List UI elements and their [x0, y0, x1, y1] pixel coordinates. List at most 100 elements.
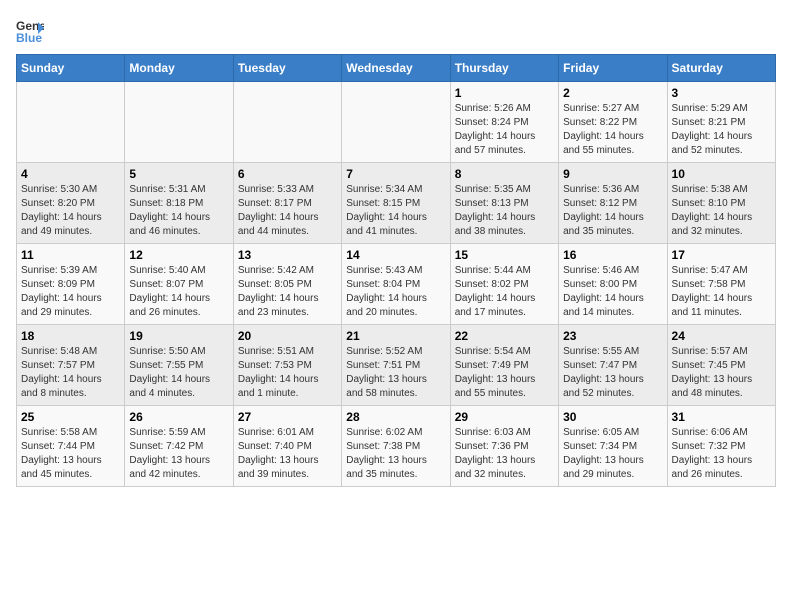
calendar-table: SundayMondayTuesdayWednesdayThursdayFrid…: [16, 54, 776, 487]
day-number: 16: [563, 248, 662, 262]
calendar-cell: 19 Sunrise: 5:50 AM Sunset: 7:55 PM Dayli…: [125, 325, 233, 406]
day-number: 23: [563, 329, 662, 343]
day-info: Sunrise: 5:26 AM Sunset: 8:24 PM Dayligh…: [455, 102, 554, 158]
day-info: Sunrise: 6:02 AM Sunset: 7:38 PM Dayligh…: [346, 426, 445, 482]
calendar-cell: 22Sunrise: 5:54 AM Sunset: 7:49 PM Dayli…: [450, 325, 558, 406]
day-number: 19: [129, 329, 228, 343]
week-row-5: 25 Sunrise: 5:58 AM Sunset: 7:44 PM Dayli…: [17, 406, 776, 487]
day-number: 27: [238, 410, 337, 424]
day-number: 2: [563, 86, 662, 100]
calendar-cell: 20Sunrise: 5:51 AM Sunset: 7:53 PM Dayli…: [233, 325, 341, 406]
header-tuesday: Tuesday: [233, 55, 341, 82]
calendar-cell: [125, 82, 233, 163]
calendar-cell: 24 Sunrise: 5:57 AM Sunset: 7:45 PM Dayli…: [667, 325, 775, 406]
calendar-cell: 9Sunrise: 5:36 AM Sunset: 8:12 PM Daylig…: [559, 163, 667, 244]
header-saturday: Saturday: [667, 55, 775, 82]
calendar-cell: 17Sunrise: 5:47 AM Sunset: 7:58 PM Dayli…: [667, 244, 775, 325]
day-info: Sunrise: 5:30 AM Sunset: 8:20 PM Dayligh…: [21, 183, 120, 239]
day-info: Sunrise: 5:59 AM Sunset: 7:42 PM Dayligh…: [129, 426, 228, 482]
day-info: Sunrise: 5:31 AM Sunset: 8:18 PM Dayligh…: [129, 183, 228, 239]
day-info: Sunrise: 5:44 AM Sunset: 8:02 PM Dayligh…: [455, 264, 554, 320]
calendar-cell: 5 Sunrise: 5:31 AM Sunset: 8:18 PM Daylig…: [125, 163, 233, 244]
day-number: 20: [238, 329, 337, 343]
week-row-4: 18Sunrise: 5:48 AM Sunset: 7:57 PM Dayli…: [17, 325, 776, 406]
day-info: Sunrise: 5:58 AM Sunset: 7:44 PM Dayligh…: [21, 426, 120, 482]
day-number: 30: [563, 410, 662, 424]
header: General Blue: [16, 16, 776, 44]
day-info: Sunrise: 6:03 AM Sunset: 7:36 PM Dayligh…: [455, 426, 554, 482]
day-info: Sunrise: 5:40 AM Sunset: 8:07 PM Dayligh…: [129, 264, 228, 320]
day-number: 3: [672, 86, 771, 100]
day-info: Sunrise: 5:54 AM Sunset: 7:49 PM Dayligh…: [455, 345, 554, 401]
calendar-cell: 3 Sunrise: 5:29 AM Sunset: 8:21 PM Daylig…: [667, 82, 775, 163]
day-info: Sunrise: 5:33 AM Sunset: 8:17 PM Dayligh…: [238, 183, 337, 239]
day-info: Sunrise: 5:57 AM Sunset: 7:45 PM Dayligh…: [672, 345, 771, 401]
day-info: Sunrise: 5:35 AM Sunset: 8:13 PM Dayligh…: [455, 183, 554, 239]
header-thursday: Thursday: [450, 55, 558, 82]
calendar-cell: [233, 82, 341, 163]
day-info: Sunrise: 5:34 AM Sunset: 8:15 PM Dayligh…: [346, 183, 445, 239]
day-info: Sunrise: 5:38 AM Sunset: 8:10 PM Dayligh…: [672, 183, 771, 239]
logo-icon: General Blue: [16, 16, 44, 44]
day-number: 21: [346, 329, 445, 343]
day-info: Sunrise: 5:29 AM Sunset: 8:21 PM Dayligh…: [672, 102, 771, 158]
day-number: 18: [21, 329, 120, 343]
week-row-2: 4 Sunrise: 5:30 AM Sunset: 8:20 PM Daylig…: [17, 163, 776, 244]
day-number: 26: [129, 410, 228, 424]
calendar-cell: 1Sunrise: 5:26 AM Sunset: 8:24 PM Daylig…: [450, 82, 558, 163]
calendar-cell: 27 Sunrise: 6:01 AM Sunset: 7:40 PM Dayli…: [233, 406, 341, 487]
day-number: 15: [455, 248, 554, 262]
calendar-cell: 23 Sunrise: 5:55 AM Sunset: 7:47 PM Dayli…: [559, 325, 667, 406]
day-info: Sunrise: 5:52 AM Sunset: 7:51 PM Dayligh…: [346, 345, 445, 401]
calendar-cell: 4 Sunrise: 5:30 AM Sunset: 8:20 PM Daylig…: [17, 163, 125, 244]
day-info: Sunrise: 5:50 AM Sunset: 7:55 PM Dayligh…: [129, 345, 228, 401]
day-number: 25: [21, 410, 120, 424]
day-info: Sunrise: 5:27 AM Sunset: 8:22 PM Dayligh…: [563, 102, 662, 158]
day-number: 14: [346, 248, 445, 262]
calendar-cell: 12Sunrise: 5:40 AM Sunset: 8:07 PM Dayli…: [125, 244, 233, 325]
day-number: 24: [672, 329, 771, 343]
calendar-cell: 7Sunrise: 5:34 AM Sunset: 8:15 PM Daylig…: [342, 163, 450, 244]
calendar-cell: 28 Sunrise: 6:02 AM Sunset: 7:38 PM Dayli…: [342, 406, 450, 487]
day-number: 4: [21, 167, 120, 181]
calendar-cell: 21 Sunrise: 5:52 AM Sunset: 7:51 PM Dayli…: [342, 325, 450, 406]
day-number: 17: [672, 248, 771, 262]
day-number: 28: [346, 410, 445, 424]
calendar-cell: 10 Sunrise: 5:38 AM Sunset: 8:10 PM Dayli…: [667, 163, 775, 244]
calendar-cell: 31 Sunrise: 6:06 AM Sunset: 7:32 PM Dayli…: [667, 406, 775, 487]
calendar-cell: 25 Sunrise: 5:58 AM Sunset: 7:44 PM Dayli…: [17, 406, 125, 487]
day-number: 10: [672, 167, 771, 181]
day-info: Sunrise: 6:06 AM Sunset: 7:32 PM Dayligh…: [672, 426, 771, 482]
day-info: Sunrise: 5:36 AM Sunset: 8:12 PM Dayligh…: [563, 183, 662, 239]
day-number: 5: [129, 167, 228, 181]
header-monday: Monday: [125, 55, 233, 82]
logo: General Blue: [16, 16, 48, 44]
day-info: Sunrise: 6:01 AM Sunset: 7:40 PM Dayligh…: [238, 426, 337, 482]
header-sunday: Sunday: [17, 55, 125, 82]
day-info: Sunrise: 5:46 AM Sunset: 8:00 PM Dayligh…: [563, 264, 662, 320]
calendar-cell: 26 Sunrise: 5:59 AM Sunset: 7:42 PM Dayli…: [125, 406, 233, 487]
calendar-cell: 11 Sunrise: 5:39 AM Sunset: 8:09 PM Dayli…: [17, 244, 125, 325]
day-number: 29: [455, 410, 554, 424]
day-info: Sunrise: 5:55 AM Sunset: 7:47 PM Dayligh…: [563, 345, 662, 401]
calendar-cell: 6Sunrise: 5:33 AM Sunset: 8:17 PM Daylig…: [233, 163, 341, 244]
day-number: 11: [21, 248, 120, 262]
calendar-cell: 15 Sunrise: 5:44 AM Sunset: 8:02 PM Dayli…: [450, 244, 558, 325]
calendar-cell: 16 Sunrise: 5:46 AM Sunset: 8:00 PM Dayli…: [559, 244, 667, 325]
day-number: 13: [238, 248, 337, 262]
calendar-cell: 18Sunrise: 5:48 AM Sunset: 7:57 PM Dayli…: [17, 325, 125, 406]
header-friday: Friday: [559, 55, 667, 82]
calendar-cell: 13 Sunrise: 5:42 AM Sunset: 8:05 PM Dayli…: [233, 244, 341, 325]
week-row-3: 11 Sunrise: 5:39 AM Sunset: 8:09 PM Dayli…: [17, 244, 776, 325]
day-number: 31: [672, 410, 771, 424]
day-info: Sunrise: 5:39 AM Sunset: 8:09 PM Dayligh…: [21, 264, 120, 320]
header-wednesday: Wednesday: [342, 55, 450, 82]
day-info: Sunrise: 5:43 AM Sunset: 8:04 PM Dayligh…: [346, 264, 445, 320]
day-number: 8: [455, 167, 554, 181]
calendar-cell: [17, 82, 125, 163]
calendar-cell: [342, 82, 450, 163]
day-info: Sunrise: 5:42 AM Sunset: 8:05 PM Dayligh…: [238, 264, 337, 320]
calendar-cell: 30Sunrise: 6:05 AM Sunset: 7:34 PM Dayli…: [559, 406, 667, 487]
calendar-header-row: SundayMondayTuesdayWednesdayThursdayFrid…: [17, 55, 776, 82]
week-row-1: 1Sunrise: 5:26 AM Sunset: 8:24 PM Daylig…: [17, 82, 776, 163]
